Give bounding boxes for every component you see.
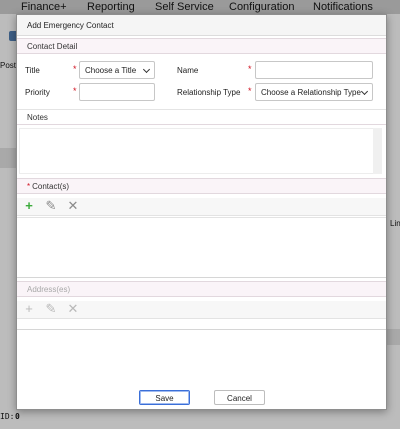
name-required-mark: * bbox=[248, 64, 252, 74]
name-label: Name bbox=[177, 66, 199, 75]
add-contact-icon[interactable]: + bbox=[22, 199, 36, 213]
addresses-header: Address(es) bbox=[17, 281, 386, 297]
nav-notifications[interactable]: Notifications bbox=[313, 1, 373, 13]
background-id-value: 0 bbox=[15, 412, 20, 421]
chevron-down-icon bbox=[360, 87, 369, 96]
chevron-down-icon bbox=[142, 65, 151, 74]
contacts-required-mark: * bbox=[27, 182, 31, 191]
relationship-type-required-mark: * bbox=[248, 86, 252, 96]
addresses-toolbar: + ✎ ✕ bbox=[17, 301, 386, 319]
contacts-header: * Contact(s) bbox=[17, 178, 386, 194]
contact-detail-header: Contact Detail bbox=[17, 38, 386, 54]
nav-finance[interactable]: Finance+ bbox=[21, 1, 67, 13]
nav-self-service[interactable]: Self Service bbox=[155, 1, 214, 13]
title-select[interactable]: Choose a Title bbox=[79, 61, 155, 79]
delete-address-icon: ✕ bbox=[67, 301, 79, 316]
notes-scrollbar[interactable] bbox=[373, 128, 382, 174]
background-text-fragment-right: Lin bbox=[390, 219, 400, 228]
edit-address-icon: ✎ bbox=[45, 301, 57, 316]
addresses-list bbox=[17, 320, 386, 330]
background-id-label: ID: bbox=[0, 412, 15, 421]
priority-input[interactable] bbox=[79, 83, 155, 101]
background-row-fragment bbox=[387, 329, 400, 345]
relationship-type-select-value: Choose a Relationship Type bbox=[261, 88, 361, 97]
add-emergency-contact-dialog: Add Emergency Contact Contact Detail Tit… bbox=[16, 14, 387, 410]
background-toolbar-fragment bbox=[0, 148, 16, 168]
priority-required-mark: * bbox=[73, 86, 77, 96]
dialog-title: Add Emergency Contact bbox=[17, 15, 386, 36]
add-address-icon: + bbox=[25, 301, 33, 316]
contacts-list[interactable] bbox=[17, 217, 386, 278]
save-button[interactable]: Save bbox=[139, 390, 190, 405]
contacts-toolbar: + ✎ ✕ bbox=[17, 198, 386, 216]
nav-reporting[interactable]: Reporting bbox=[87, 1, 135, 13]
notes-textarea[interactable] bbox=[19, 128, 381, 174]
delete-contact-icon[interactable]: ✕ bbox=[66, 199, 80, 213]
name-input[interactable] bbox=[255, 61, 373, 79]
edit-contact-icon[interactable]: ✎ bbox=[44, 199, 58, 213]
relationship-type-select[interactable]: Choose a Relationship Type bbox=[255, 83, 373, 101]
relationship-type-label: Relationship Type bbox=[177, 88, 241, 97]
priority-label: Priority bbox=[25, 88, 50, 97]
cancel-button[interactable]: Cancel bbox=[214, 390, 265, 405]
title-label: Title bbox=[25, 66, 40, 75]
contacts-header-label: Contact(s) bbox=[32, 182, 70, 191]
title-required-mark: * bbox=[73, 64, 77, 74]
nav-configuration[interactable]: Configuration bbox=[229, 1, 294, 13]
background-top-nav: Finance+ Reporting Self Service Configur… bbox=[0, 0, 400, 14]
notes-header: Notes bbox=[17, 109, 386, 125]
title-select-value: Choose a Title bbox=[85, 66, 137, 75]
